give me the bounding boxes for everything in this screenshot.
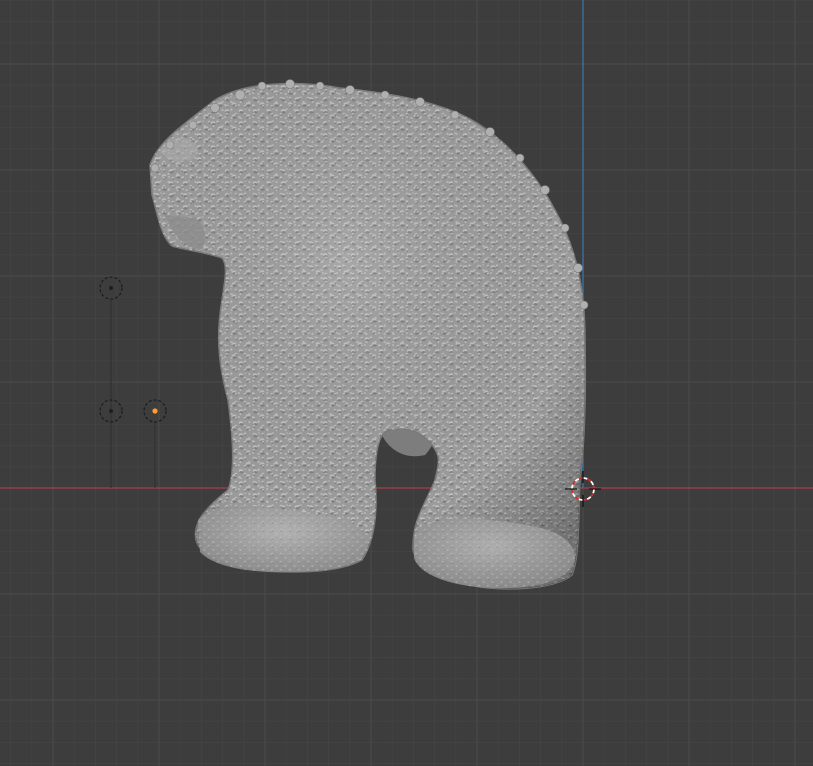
- viewport-canvas[interactable]: [0, 0, 813, 766]
- selected-origin-dot: [152, 408, 158, 414]
- 3d-viewport[interactable]: [0, 0, 813, 766]
